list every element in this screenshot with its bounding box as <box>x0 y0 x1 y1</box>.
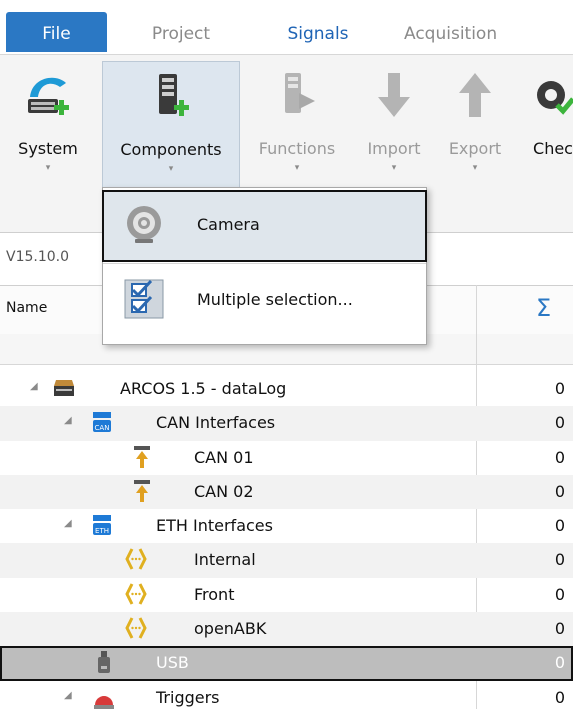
system-button[interactable]: System ▾ <box>8 61 88 187</box>
eth-port-icon <box>125 548 147 571</box>
name-column-header[interactable]: Name <box>6 300 47 316</box>
can-interface-icon: CAN <box>93 412 111 433</box>
import-button-label: Import <box>367 139 421 158</box>
tree-item-count: 0 <box>554 379 565 398</box>
svg-text:CAN: CAN <box>95 424 110 432</box>
components-button-label: Components <box>120 140 222 159</box>
system-add-icon <box>28 77 69 115</box>
tree-item-label: ETH Interfaces <box>156 516 273 536</box>
ribbon-tab-bar: File Project Signals Acquisition <box>0 0 573 54</box>
tree-row-selected[interactable]: USB 0 <box>0 646 573 681</box>
components-dropdown-menu: Camera Multiple selection... <box>102 187 427 345</box>
tree-item-count: 0 <box>554 516 565 536</box>
tree-item-count: 0 <box>554 584 565 604</box>
svg-text:ETH: ETH <box>95 527 109 535</box>
tree-item-count: 0 <box>554 550 565 570</box>
collapse-icon[interactable]: ◢ <box>64 415 72 426</box>
tree-item-count: 0 <box>554 653 565 673</box>
signal-tree: ◢ ARCOS 1.5 - dataLog 0 ◢ CAN CAN Interf… <box>0 372 573 715</box>
tree-row[interactable]: openABK 0 <box>0 612 573 647</box>
check-button-label: Chec <box>533 139 573 158</box>
chevron-down-icon: ▾ <box>168 164 174 174</box>
import-arrow-down-icon <box>378 73 410 117</box>
tree-row[interactable]: ◢ ETH ETH Interfaces 0 <box>0 509 573 543</box>
version-label: V15.10.0 <box>6 249 70 265</box>
tree-item-label: CAN 01 <box>194 447 254 467</box>
system-button-label: System <box>18 139 78 158</box>
tree-item-count: 0 <box>554 687 565 707</box>
tree-item-count: 0 <box>554 481 565 501</box>
chevron-down-icon: ▾ <box>391 163 397 173</box>
tree-row[interactable]: CAN 01 0 <box>0 441 573 475</box>
camera-icon <box>127 206 161 243</box>
functions-icon <box>285 73 315 113</box>
export-arrow-up-icon <box>459 73 491 117</box>
device-icon <box>54 380 74 396</box>
tree-row[interactable]: ◢ ARCOS 1.5 - dataLog 0 <box>0 372 573 406</box>
check-gear-icon <box>537 81 573 115</box>
components-button[interactable]: Components ▾ <box>102 61 240 189</box>
usb-icon <box>98 651 110 674</box>
tree-item-label: CAN Interfaces <box>156 413 276 433</box>
tree-item-count: 0 <box>554 447 565 467</box>
tree-item-label: Internal <box>194 550 256 570</box>
tree-row[interactable]: ◢ Triggers 0 <box>0 681 573 715</box>
export-button-label: Export <box>448 139 502 158</box>
menu-separator <box>103 263 426 264</box>
tree-item-label: USB <box>156 653 189 673</box>
tree-row[interactable]: ◢ CAN CAN Interfaces 0 <box>0 406 573 441</box>
chevron-down-icon: ▾ <box>45 163 51 173</box>
tree-row[interactable]: CAN 02 0 <box>0 474 573 510</box>
functions-button-label: Functions <box>258 139 336 158</box>
multiple-selection-icon <box>124 279 164 319</box>
sum-column-header[interactable]: Σ <box>536 294 551 322</box>
tree-item-label: CAN 02 <box>194 481 254 501</box>
eth-port-icon <box>125 617 147 639</box>
chevron-down-icon: ▾ <box>294 163 300 173</box>
components-add-icon <box>159 74 189 116</box>
eth-interface-icon: ETH <box>93 515 111 536</box>
tree-item-label: ARCOS 1.5 - dataLog <box>120 379 287 398</box>
tab-signals[interactable]: Signals <box>268 12 368 52</box>
chevron-down-icon: ▾ <box>472 163 478 173</box>
collapse-icon[interactable]: ◢ <box>64 690 72 701</box>
collapse-icon[interactable]: ◢ <box>64 518 72 529</box>
tree-item-count: 0 <box>554 619 565 639</box>
tree-item-count: 0 <box>554 413 565 433</box>
tab-file[interactable]: File <box>6 12 107 52</box>
eth-port-icon <box>125 583 147 605</box>
trigger-icon <box>94 695 114 709</box>
tree-item-label: openABK <box>194 619 267 639</box>
export-button[interactable]: Export ▾ <box>438 61 512 187</box>
collapse-icon[interactable]: ◢ <box>30 381 38 392</box>
menu-item-camera[interactable]: Camera <box>102 190 427 262</box>
can-port-icon <box>134 479 150 502</box>
tree-item-label: Front <box>194 584 235 604</box>
tree-row[interactable]: Front 0 <box>0 578 573 612</box>
tree-item-label: Triggers <box>156 687 220 707</box>
tab-project[interactable]: Project <box>126 12 236 52</box>
check-button[interactable]: Chec <box>518 61 573 187</box>
import-button[interactable]: Import ▾ <box>358 61 430 187</box>
functions-button[interactable]: Functions ▾ <box>244 61 350 187</box>
menu-item-multiple-selection[interactable]: Multiple selection... <box>103 266 426 336</box>
menu-item-label: Multiple selection... <box>197 290 353 309</box>
can-port-icon <box>134 445 150 468</box>
tab-acquisition[interactable]: Acquisition <box>404 12 554 52</box>
menu-item-label: Camera <box>197 215 260 234</box>
tree-row[interactable]: Internal 0 <box>0 543 573 578</box>
